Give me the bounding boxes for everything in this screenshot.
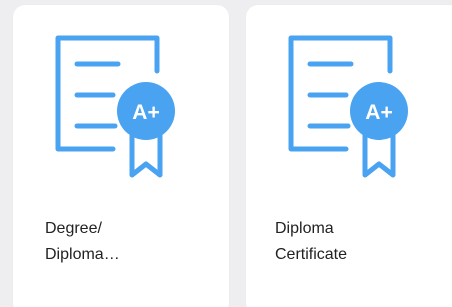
certificate-a-plus-icon: A+ [53,31,193,181]
card-label: Diploma Certificate [275,220,348,263]
card-diploma-certificate[interactable]: A+ Diploma Certificate [246,5,452,307]
certificate-a-plus-icon: A+ [286,31,426,181]
certificate-type-grid: A+ Degree/ Diploma… A+ Diploma Certifica… [0,0,452,307]
svg-text:A+: A+ [365,101,392,124]
svg-text:A+: A+ [132,101,159,124]
card-degree-diploma[interactable]: A+ Degree/ Diploma… [13,5,229,307]
card-label: Degree/ Diploma… [45,220,120,263]
